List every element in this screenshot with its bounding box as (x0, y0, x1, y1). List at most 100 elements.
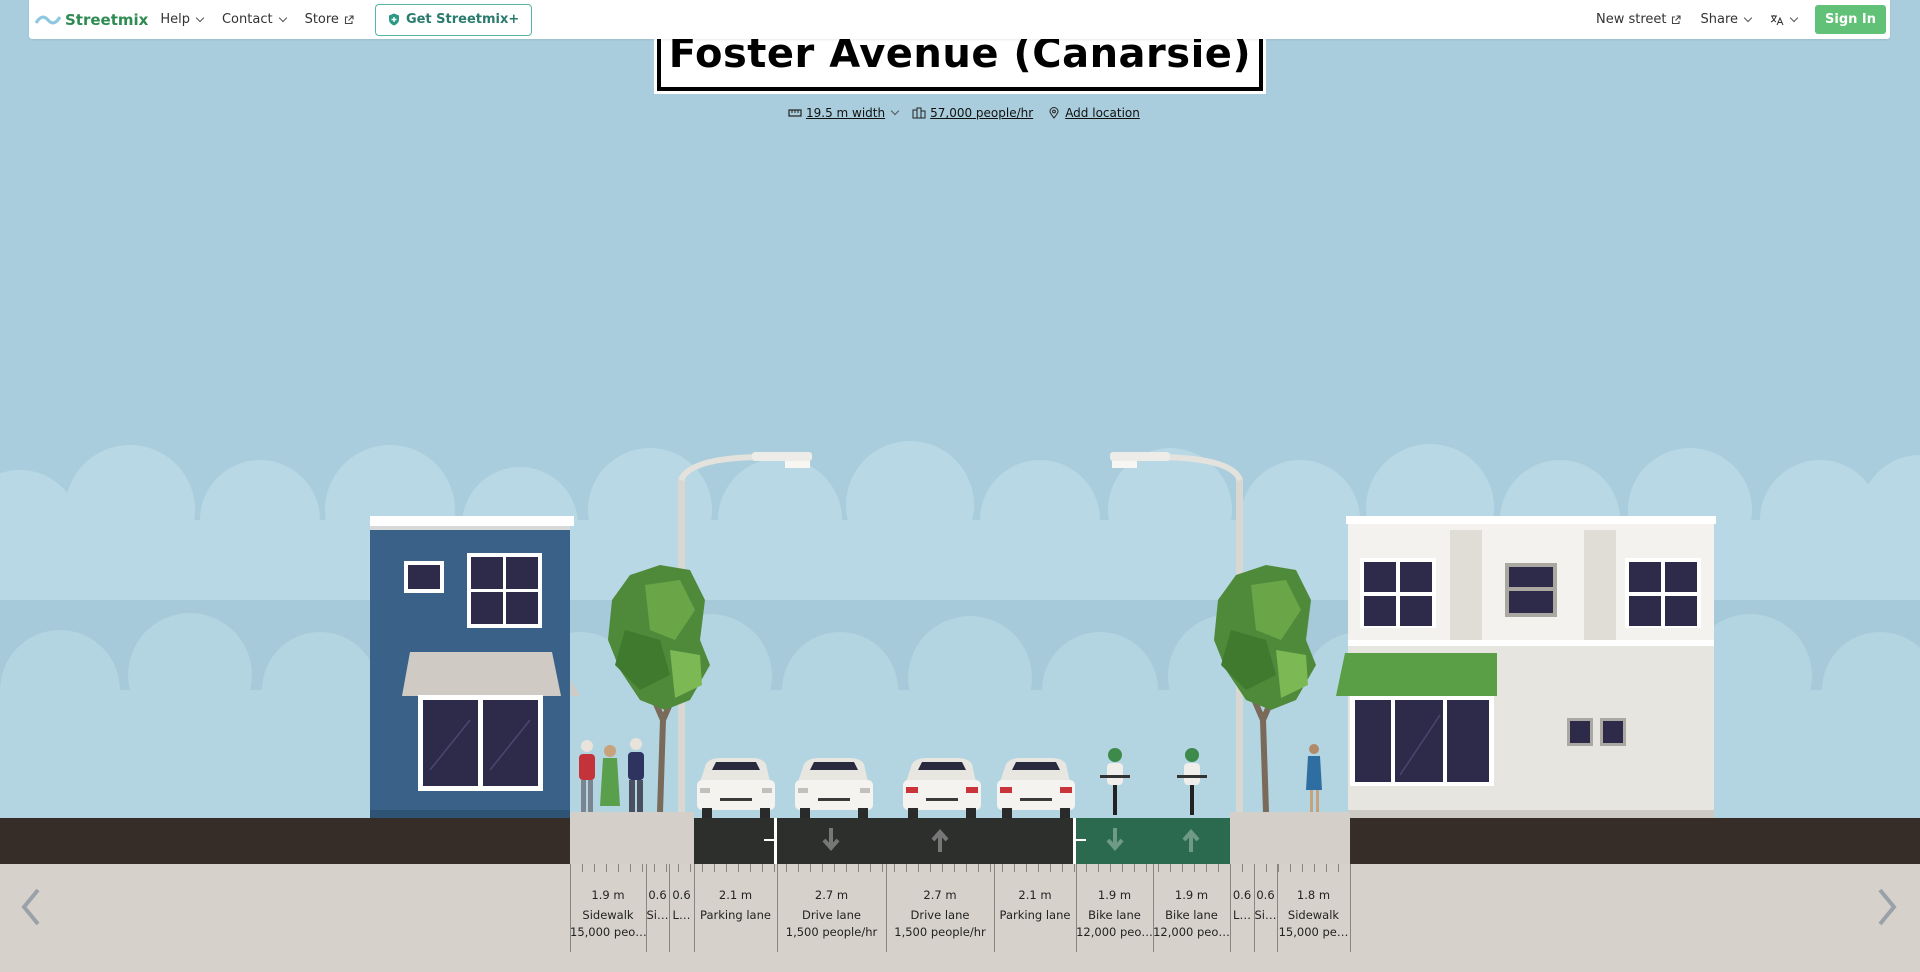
segment-capacity: 15,000 pe… (1278, 925, 1349, 939)
ruler-tick (1338, 864, 1339, 872)
ruler-tick (930, 864, 931, 872)
street-meta: 19.5 m width 57,000 people/hr Add locati… (788, 104, 1154, 122)
segment-label[interactable]: 2.1 m Parking lane (994, 864, 1076, 954)
segment-width: 0.6 (1256, 888, 1275, 902)
language-menu[interactable] (1770, 13, 1799, 26)
add-location[interactable]: Add location (1047, 106, 1140, 120)
segment-divider (1076, 864, 1077, 952)
segment-capacity: 12,000 peo… (1153, 925, 1230, 939)
ruler-tick (690, 864, 691, 872)
nav-right: New street Share Sign In (1596, 0, 1890, 39)
nav-left: Streetmix Help Contact Store Get Streetm… (29, 0, 533, 39)
sidewalk-left-surface (570, 812, 694, 864)
ruler-tick (606, 864, 607, 872)
segment-width: 1.9 m (591, 888, 625, 902)
segment-divider (646, 864, 647, 952)
right-building (1336, 516, 1716, 818)
segment-name: Bike lane (1088, 908, 1141, 922)
segment-label[interactable]: 1.9 m Bike lane 12,000 peo… (1153, 864, 1230, 954)
add-location-link[interactable]: Add location (1065, 106, 1140, 120)
segment-label[interactable]: 2.7 m Drive lane 1,500 people/hr (886, 864, 994, 954)
segment-divider (669, 864, 670, 952)
street-capacity-value[interactable]: 57,000 people/hr (930, 106, 1033, 120)
streetmix-logo[interactable]: Streetmix (35, 11, 148, 29)
ruler-tick (1326, 864, 1327, 872)
segment-label[interactable]: 0.6 L… (669, 864, 694, 954)
segment-divider (1277, 864, 1278, 952)
external-link-icon (1672, 14, 1682, 24)
pedestrians-left (579, 738, 644, 814)
help-menu[interactable]: Help (160, 12, 205, 27)
ruler-tick (870, 864, 871, 872)
get-streetmix-plus-button[interactable]: Get Streetmix+ (374, 3, 533, 36)
sign-in-button[interactable]: Sign In (1815, 5, 1886, 34)
segment-divider (694, 864, 695, 952)
contact-menu[interactable]: Contact (221, 12, 287, 27)
ruler-tick (1254, 864, 1255, 872)
ruler-tick (618, 864, 619, 872)
ruler-tick (798, 864, 799, 872)
lane-arrows (764, 828, 1200, 852)
store-link[interactable]: Store (305, 12, 354, 27)
chevron-down-icon (890, 106, 900, 116)
segment-name: Sidewalk (1287, 908, 1340, 922)
segment-width: 0.6 (1232, 888, 1252, 902)
share-label: Share (1700, 12, 1738, 27)
chevron-down-icon (1743, 13, 1753, 22)
buildings-icon (912, 107, 926, 119)
ruler-tick (1110, 864, 1111, 872)
segment-divider (1230, 864, 1231, 952)
ruler-tick (1122, 864, 1123, 872)
segment-label[interactable]: 0.6 L… (1230, 864, 1254, 954)
segment-width: 1.8 m (1296, 888, 1331, 902)
ruler-tick (750, 864, 751, 872)
top-nav-bar: Streetmix Help Contact Store Get Streetm… (29, 0, 1890, 39)
ruler-tick (630, 864, 631, 872)
segment-label[interactable]: 0.6 Si… (1254, 864, 1277, 954)
ruler-tick (978, 864, 979, 872)
segment-divider (777, 864, 778, 952)
segment-label[interactable]: 1.9 m Sidewalk 15,000 peo… (570, 864, 646, 954)
scroll-left-icon[interactable] (16, 882, 46, 932)
get-streetmix-plus-label: Get Streetmix+ (405, 12, 520, 27)
segment-capacity: 1,500 people/hr (894, 925, 986, 939)
segment-name: Bike lane (1165, 908, 1218, 922)
ruler-tick (726, 864, 727, 872)
segment-label[interactable]: 2.1 m Parking lane (694, 864, 777, 954)
car-parked-left (697, 758, 775, 818)
share-menu[interactable]: Share (1700, 12, 1753, 27)
ruler-tick (1098, 864, 1099, 872)
segment-label[interactable]: 1.9 m Bike lane 12,000 peo… (1076, 864, 1153, 954)
ruler-tick (1182, 864, 1183, 872)
segment-name: L… (1233, 908, 1251, 922)
ruler-tick (1206, 864, 1207, 872)
segment-label[interactable]: 2.7 m Drive lane 1,500 people/hr (777, 864, 886, 954)
street-capacity[interactable]: 57,000 people/hr (912, 106, 1033, 120)
new-street-link[interactable]: New street (1596, 12, 1682, 27)
translate-icon (1770, 14, 1784, 25)
street-width[interactable]: 19.5 m width (806, 106, 885, 120)
ruler-tick (834, 864, 835, 872)
segment-width: 1.9 m (1174, 888, 1209, 902)
segment-label[interactable]: 1.8 m Sidewalk 15,000 pe… (1277, 864, 1350, 954)
scroll-right-icon[interactable] (1872, 882, 1902, 932)
ruler-tick (822, 864, 823, 872)
ruler-tick (786, 864, 787, 872)
street-width-control[interactable]: 19.5 m width (788, 106, 900, 120)
chevron-down-icon (195, 13, 205, 22)
ruler-tick (1002, 864, 1003, 872)
segment-name: Parking lane (999, 908, 1071, 922)
segment-label[interactable]: 0.6 Si… (646, 864, 669, 954)
ruler-tick (1038, 864, 1039, 872)
segment-name: Si… (1254, 908, 1277, 922)
ruler-tick (1086, 864, 1087, 872)
car-parked-right (997, 758, 1075, 818)
help-label: Help (160, 12, 190, 27)
ruler-tick (1050, 864, 1051, 872)
ruler-tick (846, 864, 847, 872)
ruler-tick (1170, 864, 1171, 872)
contact-label: Contact (221, 12, 273, 27)
ruler-tick (1218, 864, 1219, 872)
external-link-icon (344, 14, 354, 24)
segment-width: 1.9 m (1097, 888, 1132, 902)
